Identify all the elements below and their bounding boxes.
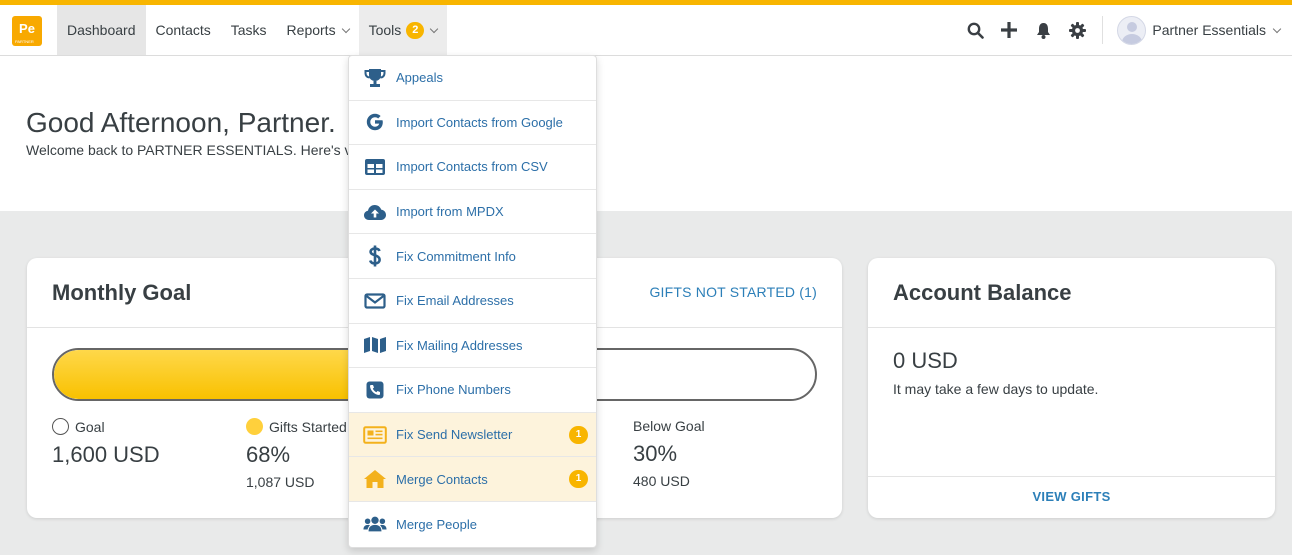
trophy-icon (363, 67, 387, 89)
gifts-started-amount: 1,087 USD (246, 474, 315, 490)
menu-item-label: Fix Phone Numbers (396, 382, 511, 398)
logo-text: Pe (19, 21, 35, 36)
top-navbar: Pe PARTNER Dashboard Contacts Tasks Repo… (0, 0, 1292, 56)
goal-legend-icon (52, 418, 69, 435)
cloud-upload-icon (363, 201, 387, 223)
menu-item-label: Import Contacts from CSV (396, 159, 548, 175)
stat-gifts-started: Gifts Started 68% 1,087 USD (246, 418, 347, 490)
balance-note: It may take a few days to update. (893, 381, 1099, 397)
nav-tools-label: Tools (368, 22, 402, 38)
view-gifts-link[interactable]: VIEW GIFTS (868, 489, 1275, 504)
stat-below-goal: Below Goal 30% 480 USD (633, 418, 705, 489)
account-balance-title: Account Balance (893, 280, 1072, 305)
nav-tools[interactable]: Tools 2 (358, 5, 448, 55)
bell-icon (1036, 22, 1050, 39)
search-icon (967, 22, 984, 39)
below-goal-amount: 480 USD (633, 473, 690, 489)
menu-item-label: Import from MPDX (396, 204, 504, 220)
nav-dashboard-label: Dashboard (67, 22, 136, 38)
menu-item-fix-newsletter[interactable]: Fix Send Newsletter 1 (349, 412, 596, 458)
gifts-started-label: Gifts Started (269, 418, 347, 435)
table-icon (363, 156, 387, 178)
gear-icon (1068, 21, 1086, 39)
stat-goal: Goal 1,600 USD (52, 418, 160, 468)
account-balance-card: Account Balance 0 USD It may take a few … (868, 258, 1275, 518)
below-goal-label: Below Goal (633, 418, 705, 434)
main-nav: Dashboard Contacts Tasks Reports Tools 2 (57, 5, 448, 55)
welcome-message: Welcome back to PARTNER ESSENTIALS. Here… (26, 142, 352, 158)
menu-item-merge-people[interactable]: Merge People (349, 502, 596, 547)
chevron-down-icon (341, 24, 350, 33)
tools-count-badge: 2 (406, 21, 425, 39)
menu-item-label: Merge People (396, 516, 477, 532)
dollar-icon (363, 245, 387, 267)
nav-contacts-label: Contacts (155, 22, 211, 38)
goal-value: 1,600 USD (52, 442, 160, 467)
page-greeting: Good Afternoon, Partner. (26, 107, 336, 138)
app-logo[interactable]: Pe PARTNER (12, 16, 42, 46)
tools-dropdown-menu: Appeals Import Contacts from Google Impo… (348, 55, 597, 548)
google-icon (363, 111, 387, 133)
envelope-icon (363, 290, 387, 312)
nav-contacts[interactable]: Contacts (146, 5, 221, 55)
user-menu[interactable]: Partner Essentials (1117, 15, 1292, 45)
phone-icon (363, 379, 387, 401)
logo-subtext: PARTNER (15, 39, 34, 44)
menu-item-fix-mailing[interactable]: Fix Mailing Addresses (349, 324, 596, 369)
menu-item-label: Fix Commitment Info (396, 248, 516, 264)
below-goal-percent: 30% (633, 441, 678, 466)
menu-item-label: Fix Email Addresses (396, 293, 514, 309)
menu-item-import-mpdx[interactable]: Import from MPDX (349, 190, 596, 235)
card-divider (868, 327, 1275, 328)
avatar (1117, 15, 1147, 45)
gifts-started-legend-icon (246, 418, 263, 435)
menu-item-appeals[interactable]: Appeals (349, 56, 596, 101)
menu-item-label: Merge Contacts (396, 471, 488, 487)
menu-item-fix-commitment[interactable]: Fix Commitment Info (349, 234, 596, 279)
header-actions: Partner Essentials (958, 5, 1292, 55)
balance-value: 0 USD (893, 348, 958, 373)
menu-item-import-google[interactable]: Import Contacts from Google (349, 101, 596, 146)
chevron-down-icon (430, 24, 439, 33)
menu-item-fix-email[interactable]: Fix Email Addresses (349, 279, 596, 324)
monthly-goal-title: Monthly Goal (52, 280, 192, 305)
menu-item-import-csv[interactable]: Import Contacts from CSV (349, 145, 596, 190)
nav-tasks-label: Tasks (230, 22, 267, 38)
menu-item-label: Fix Send Newsletter (396, 427, 513, 443)
card-footer-divider (868, 476, 1275, 477)
chevron-down-icon (1272, 24, 1282, 33)
home-icon (363, 468, 387, 490)
plus-icon (1001, 22, 1018, 38)
settings-button[interactable] (1060, 5, 1094, 55)
newspaper-icon (363, 424, 387, 446)
welcome-section: Good Afternoon, Partner. Welcome back to… (0, 56, 1292, 211)
search-button[interactable] (958, 5, 992, 55)
gifts-not-started-link[interactable]: GIFTS NOT STARTED (1) (649, 284, 817, 300)
users-icon (363, 513, 387, 535)
nav-reports-label: Reports (286, 22, 336, 38)
goal-label: Goal (75, 418, 105, 435)
gifts-started-percent: 68% (246, 442, 291, 467)
menu-item-label: Appeals (396, 70, 443, 86)
menu-item-label: Fix Mailing Addresses (396, 337, 523, 353)
menu-item-badge: 1 (569, 470, 588, 489)
menu-item-merge-contacts[interactable]: Merge Contacts 1 (349, 457, 596, 502)
menu-item-badge: 1 (569, 425, 588, 444)
notifications-button[interactable] (1026, 5, 1060, 55)
menu-item-fix-phone[interactable]: Fix Phone Numbers (349, 368, 596, 413)
nav-reports[interactable]: Reports (277, 5, 359, 55)
map-icon (363, 334, 387, 356)
user-name: Partner Essentials (1152, 22, 1266, 38)
menu-item-label: Import Contacts from Google (396, 114, 563, 130)
nav-dashboard[interactable]: Dashboard (57, 5, 146, 55)
add-button[interactable] (992, 5, 1026, 55)
nav-tasks[interactable]: Tasks (221, 5, 277, 55)
header-divider (1102, 16, 1104, 44)
